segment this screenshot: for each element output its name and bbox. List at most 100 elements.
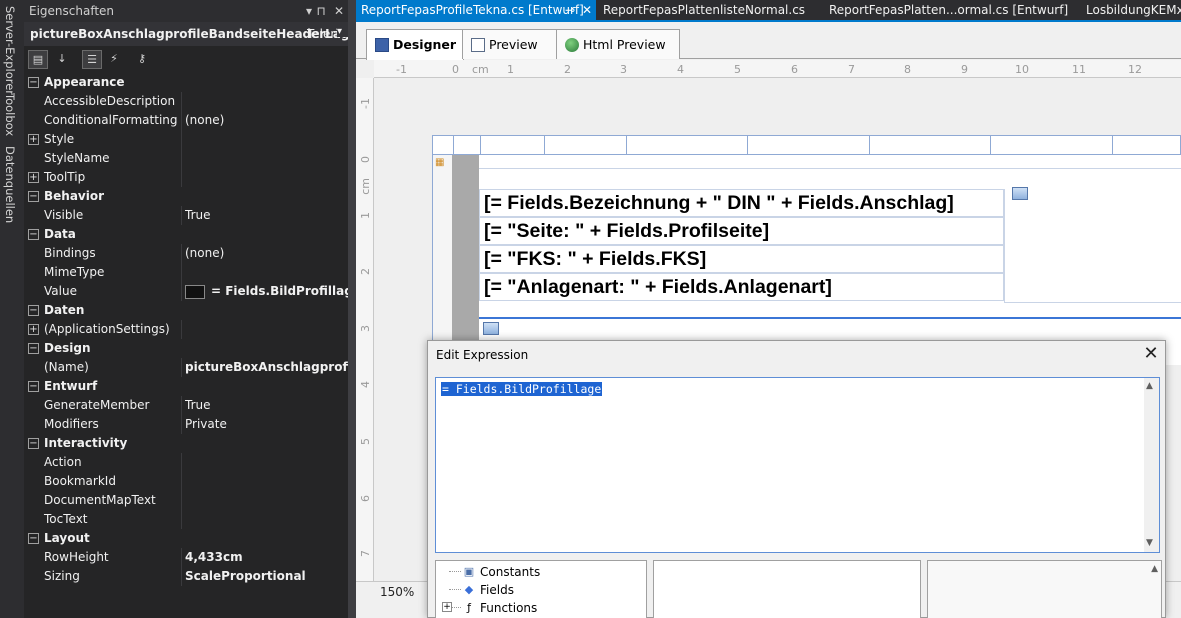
property-row[interactable]: ConditionalFormatting (none): [24, 111, 348, 130]
item-list[interactable]: [653, 560, 921, 618]
collapse-icon[interactable]: −: [28, 438, 39, 449]
expand-icon[interactable]: +: [28, 172, 39, 183]
property-value[interactable]: 4,433cm: [185, 550, 348, 564]
property-row[interactable]: DocumentMapText: [24, 491, 348, 510]
doc-tab-plattenliste[interactable]: ReportFepasPlattenlisteNormal.cs: [598, 0, 805, 20]
property-row[interactable]: BookmarkId: [24, 472, 348, 491]
alphabetical-icon[interactable]: ↓: [52, 50, 72, 69]
tab-html-preview[interactable]: Html Preview: [556, 29, 680, 59]
row-group-band[interactable]: [452, 155, 479, 365]
property-category[interactable]: − Interactivity: [24, 434, 348, 453]
report-section[interactable]: ▦ [= Fields.Bezeichnung + " DIN " + Fiel…: [432, 135, 1181, 365]
doc-tab-platten-entwurf[interactable]: ReportFepasPlatten...ormal.cs [Entwurf]: [824, 0, 1068, 20]
panel-splitter[interactable]: [348, 0, 356, 618]
pin-icon[interactable]: ⊓: [314, 3, 328, 19]
column-separator[interactable]: [990, 136, 991, 156]
close-icon[interactable]: ✕: [1140, 343, 1162, 365]
image-cell[interactable]: [1004, 189, 1181, 303]
property-value[interactable]: ScaleProportional: [185, 569, 348, 583]
collapse-icon[interactable]: −: [28, 305, 39, 316]
collapse-icon[interactable]: −: [28, 533, 39, 544]
pin-icon[interactable]: ⊸: [565, 0, 575, 20]
events-icon[interactable]: ⚡: [104, 50, 124, 69]
property-row[interactable]: Visible True: [24, 206, 348, 225]
tree-item[interactable]: Functions: [480, 601, 537, 615]
chevron-down-icon[interactable]: ▾: [337, 26, 348, 37]
expression-text[interactable]: = Fields.BildProfillage: [441, 382, 603, 396]
tab-designer[interactable]: Designer: [366, 29, 464, 60]
categorized-icon[interactable]: ▤: [28, 50, 48, 69]
image-placeholder-icon[interactable]: [483, 322, 499, 335]
property-row[interactable]: StyleName: [24, 149, 348, 168]
tab-preview[interactable]: Preview: [462, 29, 557, 59]
property-row[interactable]: + (ApplicationSettings): [24, 320, 348, 339]
column-separator[interactable]: [626, 136, 627, 156]
property-pages-icon[interactable]: ⚷: [132, 50, 152, 69]
expression-editor[interactable]: = Fields.BildProfillage ▲ ▼: [435, 377, 1160, 553]
column-separator[interactable]: [453, 136, 454, 156]
image-placeholder-icon[interactable]: [1012, 187, 1028, 200]
property-value[interactable]: (none): [185, 113, 348, 127]
row-handle-bar[interactable]: ▦: [432, 155, 452, 365]
table-column-headers[interactable]: [432, 135, 1181, 156]
property-category[interactable]: − Design: [24, 339, 348, 358]
property-category[interactable]: − Layout: [24, 529, 348, 548]
property-row[interactable]: Sizing ScaleProportional: [24, 567, 348, 586]
property-row[interactable]: MimeType: [24, 263, 348, 282]
property-row[interactable]: Bindings (none): [24, 244, 348, 263]
properties-icon[interactable]: ☰: [82, 50, 102, 69]
collapse-icon[interactable]: −: [28, 77, 39, 88]
property-row[interactable]: (Name) pictureBoxAnschlagprofileBa: [24, 358, 348, 377]
collapse-icon[interactable]: −: [28, 191, 39, 202]
tree-item[interactable]: Constants: [480, 565, 540, 579]
column-separator[interactable]: [1112, 136, 1113, 156]
datenquellen-tab[interactable]: Datenquellen: [3, 146, 17, 223]
expand-icon[interactable]: +: [28, 134, 39, 145]
property-value[interactable]: (none): [185, 246, 348, 260]
column-separator[interactable]: [480, 136, 481, 156]
zoom-level[interactable]: 150%: [380, 585, 414, 599]
column-separator[interactable]: [747, 136, 748, 156]
doc-tab-profile-tekna[interactable]: ReportFepasProfileTekna.cs [Entwurf] ⊸ ✕: [356, 0, 596, 20]
toolbox-tab[interactable]: Toolbox: [3, 93, 17, 136]
collapse-icon[interactable]: −: [28, 343, 39, 354]
property-category[interactable]: − Entwurf: [24, 377, 348, 396]
report-textbox[interactable]: [= "Seite: " + Fields.Profilseite]: [479, 217, 1004, 245]
scroll-down-icon[interactable]: ▼: [1146, 538, 1153, 548]
property-value[interactable]: True: [185, 208, 348, 222]
report-textbox[interactable]: [= "Anlagenart: " + Fields.Anlagenart]: [479, 273, 1004, 301]
scroll-up-icon[interactable]: ▲: [1151, 564, 1158, 574]
column-separator[interactable]: [869, 136, 870, 156]
property-row[interactable]: AccessibleDescription: [24, 92, 348, 111]
property-value[interactable]: True: [185, 398, 348, 412]
property-row[interactable]: TocText: [24, 510, 348, 529]
expand-icon[interactable]: +: [28, 324, 39, 335]
close-icon[interactable]: ✕: [332, 3, 346, 19]
property-row[interactable]: + ToolTip: [24, 168, 348, 187]
object-selector[interactable]: pictureBoxAnschlagprofileBandseiteHeader…: [24, 22, 358, 46]
close-icon[interactable]: ✕: [582, 0, 592, 20]
property-category[interactable]: − Data: [24, 225, 348, 244]
collapse-icon[interactable]: −: [28, 229, 39, 240]
report-textbox[interactable]: [= "FKS: " + Fields.FKS]: [479, 245, 1004, 273]
collapse-icon[interactable]: −: [28, 381, 39, 392]
column-separator[interactable]: [544, 136, 545, 156]
server-explorer-tab[interactable]: Server-Explorer: [3, 6, 17, 95]
property-category[interactable]: − Appearance: [24, 73, 348, 92]
expression-tree[interactable]: ▣ Constants ◆ Fields + ƒ Functions: [435, 560, 647, 618]
property-row[interactable]: Action: [24, 453, 348, 472]
doc-tab-losbildung[interactable]: LosbildungKEMx: [1081, 0, 1181, 20]
property-category[interactable]: − Daten: [24, 301, 348, 320]
property-row[interactable]: RowHeight 4,433cm: [24, 548, 348, 567]
property-value[interactable]: pictureBoxAnschlagprofileBa: [185, 360, 348, 374]
property-row[interactable]: Modifiers Private: [24, 415, 348, 434]
property-category[interactable]: − Behavior: [24, 187, 348, 206]
property-row[interactable]: + Style: [24, 130, 348, 149]
property-value[interactable]: Private: [185, 417, 348, 431]
expand-icon[interactable]: +: [442, 602, 452, 612]
property-row[interactable]: GenerateMember True: [24, 396, 348, 415]
tree-item[interactable]: Fields: [480, 583, 514, 597]
report-textbox[interactable]: [= Fields.Bezeichnung + " DIN " + Fields…: [479, 189, 1004, 217]
property-row[interactable]: Value = Fields.BildProfillage: [24, 282, 361, 301]
expression-scrollbar[interactable]: ▲ ▼: [1144, 378, 1159, 552]
